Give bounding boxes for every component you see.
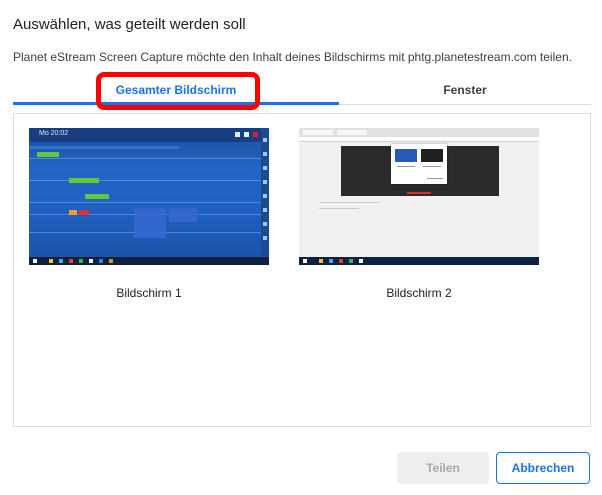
thumb-browser-tab <box>303 130 333 135</box>
dialog-title: Auswählen, was geteilt werden soll <box>13 16 246 33</box>
thumb-block <box>169 208 197 222</box>
thumb-text-line <box>319 202 379 203</box>
thumb-taskbar-icon <box>69 259 73 263</box>
thumb-gridline <box>29 158 261 159</box>
screen-item-1[interactable]: Mo 20:02 Bildschirm 1 <box>29 128 271 308</box>
thumb-taskbar <box>29 257 269 265</box>
thumb-header: Mo 20:02 <box>29 128 269 142</box>
thumb-dot <box>263 180 267 184</box>
thumb-dot <box>263 152 267 156</box>
thumb-clock: Mo 20:02 <box>39 130 69 137</box>
thumb-dot <box>263 194 267 198</box>
screen-label-1: Bildschirm 1 <box>116 286 182 300</box>
thumb-taskbar-icon <box>359 259 363 263</box>
highlight-box <box>96 72 260 110</box>
thumb-dot <box>263 138 267 142</box>
thumb-taskbar-icon <box>109 259 113 263</box>
thumb-taskbar-icon <box>349 259 353 263</box>
thumb-taskbar-icon <box>329 259 333 263</box>
thumb-dot <box>263 208 267 212</box>
thumb-button <box>244 132 249 137</box>
thumb-taskbar-icon <box>89 259 93 263</box>
screen-item-2[interactable]: Bildschirm 2 <box>299 128 541 308</box>
thumb-address-bar <box>299 137 539 142</box>
thumb-sidebar <box>261 128 269 256</box>
thumb-taskbar-icon <box>319 259 323 263</box>
thumb-text-line <box>319 208 359 209</box>
thumb-taskbar-icon <box>303 259 307 263</box>
screen-thumbnail-2 <box>299 128 539 265</box>
thumb-taskbar <box>299 257 539 265</box>
thumb-red-bar <box>407 192 431 194</box>
screen-thumbnail-1: Mo 20:02 <box>29 128 269 265</box>
thumb-mini-text <box>423 166 441 167</box>
tab-window[interactable]: Fenster <box>339 80 591 104</box>
thumb-taskbar-icon <box>49 259 53 263</box>
thumb-bar <box>29 146 179 149</box>
thumb-browser-tab <box>337 130 367 135</box>
thumb-mini-text <box>397 166 415 167</box>
thumb-mini-screen <box>421 149 443 162</box>
thumb-block <box>134 208 166 238</box>
thumb-button <box>253 132 258 137</box>
thumb-share-dialog <box>391 144 447 184</box>
thumb-taskbar-icon <box>33 259 37 263</box>
thumb-event <box>69 210 77 215</box>
thumb-browser-chrome <box>299 128 539 137</box>
thumb-taskbar-icon <box>99 259 103 263</box>
thumb-mini-screen <box>395 149 417 162</box>
thumb-button <box>235 132 240 137</box>
thumb-event <box>37 152 59 157</box>
thumb-event <box>85 194 109 199</box>
screen-list-panel: Mo 20:02 Bildschirm 1 Bildschirm 2 <box>13 113 591 427</box>
thumb-event <box>69 178 99 183</box>
cancel-button[interactable]: Abbrechen <box>496 452 590 484</box>
thumb-dot <box>263 222 267 226</box>
thumb-event <box>79 210 89 215</box>
thumb-mini-text <box>427 178 443 179</box>
thumb-taskbar-icon <box>59 259 63 263</box>
thumb-dot <box>263 236 267 240</box>
thumb-gridline <box>29 180 261 181</box>
thumb-dot <box>263 166 267 170</box>
screen-label-2: Bildschirm 2 <box>386 286 452 300</box>
dialog-subtitle: Planet eStream Screen Capture möchte den… <box>13 50 572 64</box>
thumb-taskbar-icon <box>339 259 343 263</box>
thumb-gridline <box>29 202 261 203</box>
thumb-taskbar-icon <box>79 259 83 263</box>
share-button[interactable]: Teilen <box>397 452 489 484</box>
